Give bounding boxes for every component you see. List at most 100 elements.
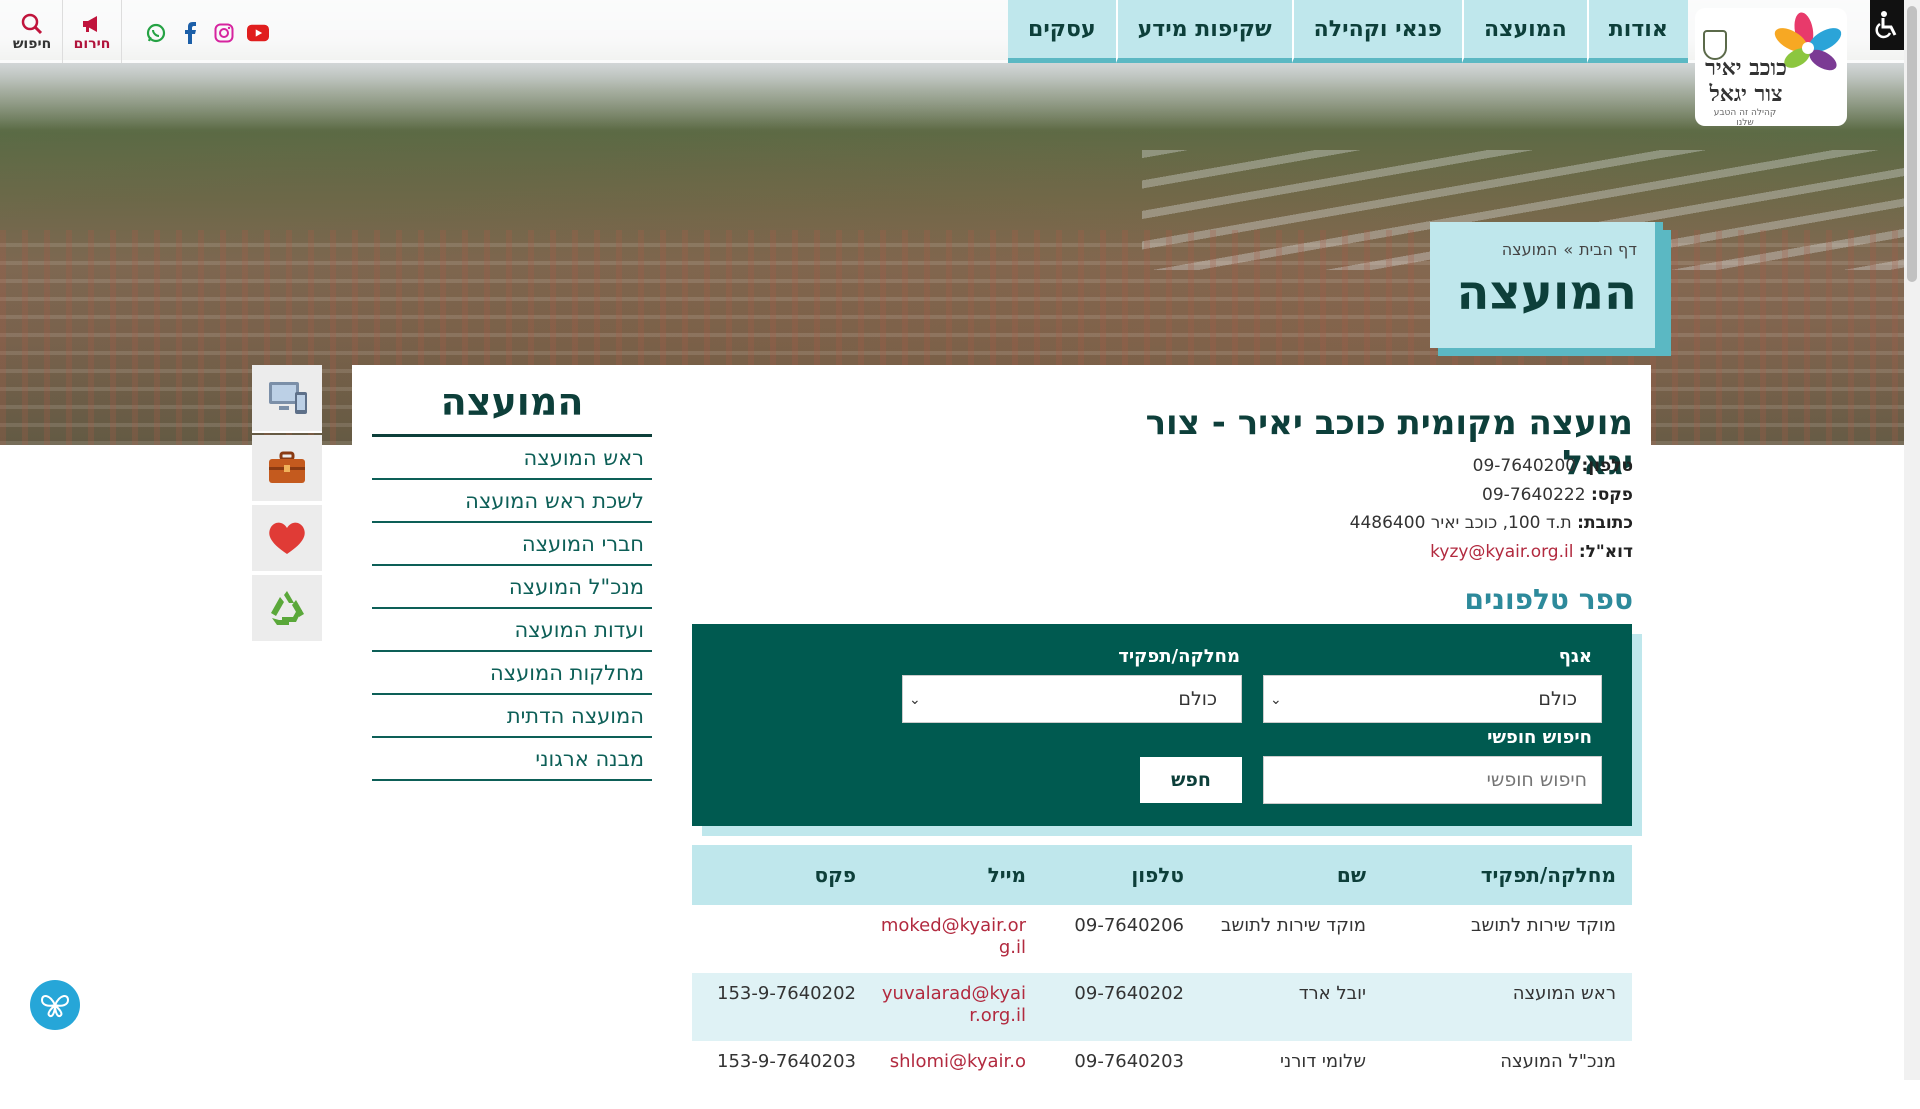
megaphone-icon bbox=[80, 12, 104, 36]
chevron-down-icon: ⌄ bbox=[909, 692, 921, 708]
nav-item-council[interactable]: המועצה bbox=[1462, 0, 1587, 63]
submenu-link-religious-council[interactable]: המועצה הדתית bbox=[372, 695, 652, 738]
column-header-department: מחלקה/תפקיד bbox=[1480, 863, 1616, 887]
computer-icon bbox=[269, 382, 307, 414]
cell-phone: 09-7640203 bbox=[1074, 1051, 1184, 1072]
logo-line-1: כוכב יאיר bbox=[1705, 55, 1787, 81]
department-select[interactable]: כולם ⌄ bbox=[902, 675, 1242, 723]
address-value: ת.ד 100, כוכב יאיר 4486400 bbox=[1349, 513, 1572, 533]
address-label: כתובת: bbox=[1577, 513, 1633, 533]
logo-tagline: קהילה זה הטבע שלנו bbox=[1713, 108, 1777, 128]
submenu-link-ceo[interactable]: מנכ"ל המועצה bbox=[372, 566, 652, 609]
submenu-link-departments[interactable]: מחלקות המועצה bbox=[372, 652, 652, 695]
table-header: מחלקה/תפקיד שם טלפון מייל פקס bbox=[692, 845, 1632, 905]
column-header-fax: פקס bbox=[814, 863, 856, 887]
cell-phone: 09-7640206 bbox=[1074, 915, 1184, 936]
search-label: חיפוש bbox=[12, 35, 52, 52]
recycle-icon bbox=[271, 591, 304, 625]
search-button[interactable]: חיפוש bbox=[2, 0, 62, 63]
side-submenu: המועצה ראש המועצה לשכת ראש המועצה חברי ה… bbox=[372, 380, 652, 781]
top-bar: חיפוש חירום עסקים שקיפות מידע פנאי וקהיל… bbox=[0, 0, 1904, 128]
cell-fax: 153-9-7640202 bbox=[717, 983, 856, 1004]
phone-value: 09-7640200 bbox=[1472, 456, 1577, 476]
phonebook-filter: אגף מחלקה/תפקיד כולם ⌄ כולם ⌄ חיפוש חופש… bbox=[692, 624, 1632, 826]
department-select-value: כולם bbox=[1178, 688, 1217, 710]
phonebook-title: ספר טלפונים bbox=[1464, 583, 1633, 616]
submenu-link-council-members[interactable]: חברי המועצה bbox=[372, 523, 652, 566]
cell-department: מוקד שירות לתושב bbox=[1471, 915, 1616, 936]
nav-item-transparency[interactable]: שקיפות מידע bbox=[1115, 0, 1292, 63]
submenu-link-mayor[interactable]: ראש המועצה bbox=[372, 437, 652, 480]
nav-item-business[interactable]: עסקים bbox=[1008, 0, 1116, 63]
quick-link-recycling[interactable] bbox=[252, 575, 322, 643]
emergency-label: חירום bbox=[73, 35, 111, 52]
quick-link-computer[interactable] bbox=[252, 365, 322, 433]
facebook-icon[interactable] bbox=[179, 22, 201, 44]
logo-line-2: צור יגאל bbox=[1709, 81, 1783, 107]
cell-fax: 153-9-7640203 bbox=[717, 1051, 856, 1072]
quick-access-bar bbox=[252, 365, 322, 645]
submenu-link-mayor-office[interactable]: לשכת ראש המועצה bbox=[372, 480, 652, 523]
nav-item-about[interactable]: אודות bbox=[1586, 0, 1688, 63]
whatsapp-icon[interactable] bbox=[145, 22, 167, 44]
main-nav: עסקים שקיפות מידע פנאי וקהילה המועצה אוד… bbox=[1008, 0, 1688, 68]
breadcrumb-home[interactable]: דף הבית bbox=[1579, 240, 1637, 259]
youtube-icon[interactable] bbox=[247, 22, 269, 44]
nav-item-community[interactable]: פנאי וקהילה bbox=[1291, 0, 1463, 63]
email-label: דוא"ל: bbox=[1578, 541, 1633, 562]
cell-email[interactable]: yuvalarad@kyair.org.il bbox=[872, 983, 1042, 1027]
accessibility-icon bbox=[1875, 11, 1897, 39]
contact-address-row: כתובת: ת.ד 100, כוכב יאיר 4486400 bbox=[1200, 509, 1633, 538]
column-header-name: שם bbox=[1336, 863, 1366, 887]
quick-link-business[interactable] bbox=[252, 435, 322, 503]
email-link[interactable]: kyzy@kyair.org.il bbox=[1430, 542, 1573, 562]
contact-details: טלפון: 09-7640200 פקס: 09-7640222 כתובת:… bbox=[1200, 452, 1633, 566]
page-header-box: דף הבית » המועצה המועצה bbox=[1430, 222, 1663, 348]
submenu-link-committees[interactable]: ועדות המועצה bbox=[372, 609, 652, 652]
table-row: ראש המועצה יובל ארד 09-7640202 yuvalarad… bbox=[692, 973, 1632, 1041]
cell-name: שלומי דורני bbox=[1280, 1051, 1366, 1072]
cell-name: יובל ארד bbox=[1298, 983, 1366, 1004]
search-submit-button[interactable]: חפש bbox=[1140, 757, 1242, 803]
cell-email[interactable]: shlomi@kyair.o bbox=[872, 1051, 1042, 1073]
accessibility-button[interactable] bbox=[1870, 0, 1904, 50]
emergency-button[interactable]: חירום bbox=[62, 0, 122, 63]
social-links bbox=[145, 22, 269, 44]
breadcrumb-separator: » bbox=[1563, 240, 1574, 259]
page-title: המועצה bbox=[1456, 265, 1637, 321]
accessibility-widget-button[interactable] bbox=[30, 980, 80, 1030]
cell-name: מוקד שירות לתושב bbox=[1221, 915, 1366, 936]
table-row: מוקד שירות לתושב מוקד שירות לתושב 09-764… bbox=[692, 905, 1632, 973]
breadcrumb-current: המועצה bbox=[1501, 240, 1558, 259]
submenu-title: המועצה bbox=[372, 380, 652, 437]
site-logo[interactable]: כוכב יאיר צור יגאל קהילה זה הטבע שלנו bbox=[1695, 8, 1847, 128]
cell-email[interactable]: moked@kyair.org.il bbox=[872, 915, 1042, 959]
department-label: מחלקה/תפקיד bbox=[1118, 646, 1240, 667]
quick-link-welfare[interactable] bbox=[252, 505, 322, 573]
instagram-icon[interactable] bbox=[213, 22, 235, 44]
branch-select[interactable]: כולם ⌄ bbox=[1263, 675, 1602, 723]
free-search-input[interactable] bbox=[1263, 756, 1602, 804]
butterfly-icon bbox=[40, 995, 70, 1018]
contact-phone-row: טלפון: 09-7640200 bbox=[1200, 452, 1633, 481]
table-row: מנכ"ל המועצה שלומי דורני 09-7640203 shlo… bbox=[692, 1041, 1632, 1109]
column-header-phone: טלפון bbox=[1131, 863, 1184, 887]
page-scrollbar[interactable] bbox=[1904, 0, 1920, 1080]
free-search-label: חיפוש חופשי bbox=[1487, 727, 1592, 748]
branch-select-value: כולם bbox=[1538, 688, 1577, 710]
fax-value: 09-7640222 bbox=[1482, 484, 1586, 505]
branch-label: אגף bbox=[1558, 646, 1592, 667]
column-header-email: מייל bbox=[987, 863, 1026, 887]
contact-email-row: דוא"ל: kyzy@kyair.org.il bbox=[1200, 538, 1633, 567]
briefcase-icon bbox=[269, 451, 305, 483]
scrollbar-thumb[interactable] bbox=[1907, 6, 1917, 282]
contact-fax-row: פקס: 09-7640222 bbox=[1200, 481, 1633, 510]
breadcrumb: דף הבית » המועצה bbox=[1430, 240, 1637, 259]
phone-label: טלפון: bbox=[1581, 456, 1633, 476]
cell-department: מנכ"ל המועצה bbox=[1500, 1051, 1616, 1072]
search-icon bbox=[21, 12, 43, 36]
phonebook-table: מחלקה/תפקיד שם טלפון מייל פקס מוקד שירות… bbox=[692, 845, 1632, 1109]
chevron-down-icon: ⌄ bbox=[1270, 692, 1282, 708]
fax-label: פקס: bbox=[1590, 484, 1633, 505]
submenu-link-org-structure[interactable]: מבנה ארגוני bbox=[372, 738, 652, 781]
